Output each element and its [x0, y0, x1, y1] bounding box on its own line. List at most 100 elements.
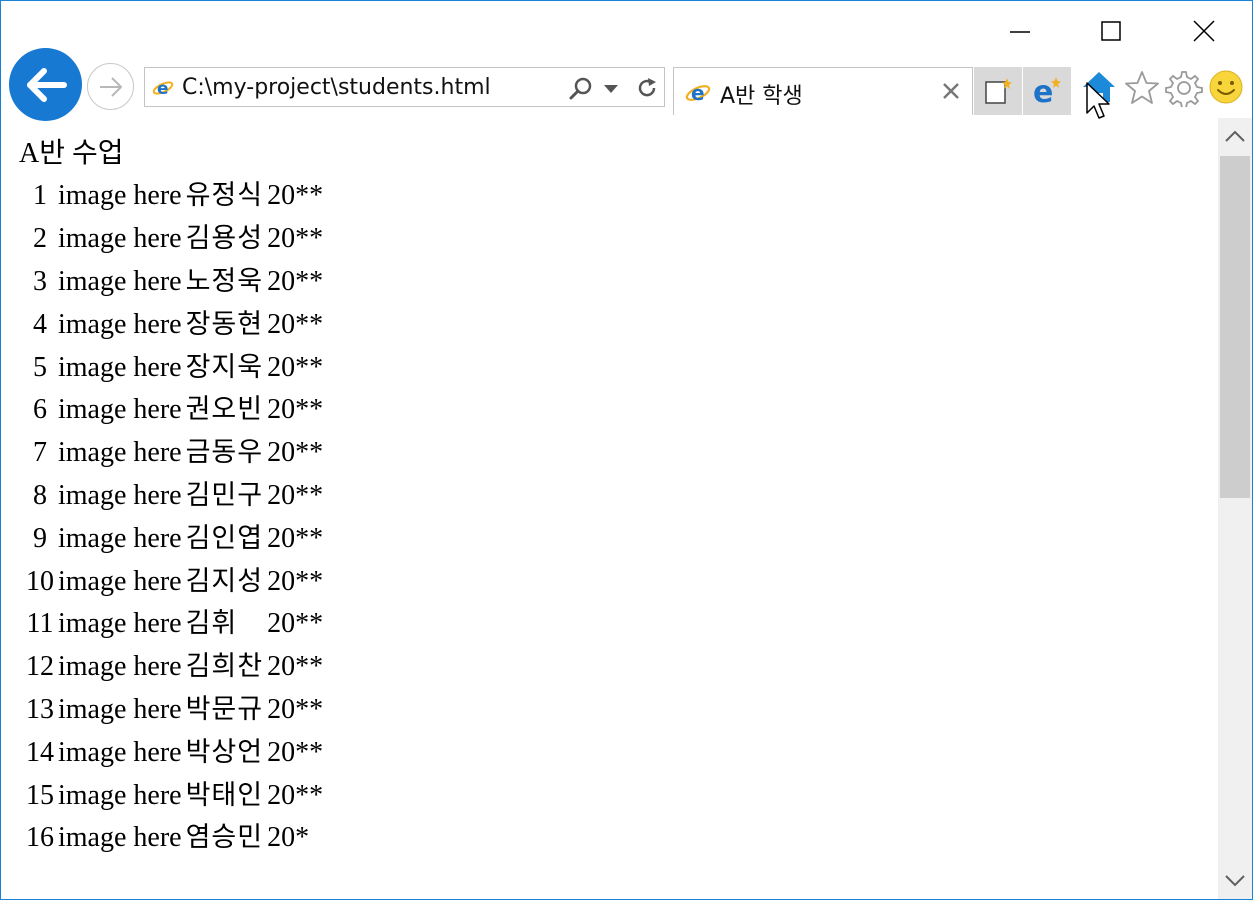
chevron-down-icon[interactable]	[603, 84, 619, 94]
forward-button[interactable]	[87, 63, 134, 110]
student-name: 김인엽	[185, 522, 264, 554]
students-table-body: 1 image here 유정식 20** 2 image here 김용성 20** 3 ima…	[25, 176, 324, 859]
search-icon[interactable]	[568, 76, 594, 102]
row-number: 8	[33, 479, 47, 511]
page-content: A반 수업 1 image here 유정식 20** 2 image here 김용성 20…	[1, 118, 1217, 899]
student-year: 20**	[267, 180, 324, 212]
table-row: 12 image here 김희찬 20**	[25, 647, 324, 688]
student-name: 박문규	[185, 693, 264, 725]
vertical-scrollbar[interactable]	[1218, 118, 1252, 899]
row-number: 13	[26, 693, 54, 725]
minimize-button[interactable]	[997, 1, 1043, 61]
image-placeholder: image here	[58, 736, 182, 768]
address-bar[interactable]: e C:\my-project\students.html	[144, 67, 665, 107]
student-name: 김용성	[185, 223, 264, 255]
image-placeholder: image here	[58, 265, 182, 297]
table-row: 3 image here 노정욱 20**	[25, 262, 324, 303]
student-year: 20**	[267, 308, 324, 340]
row-number: 2	[33, 223, 47, 255]
close-icon	[1193, 20, 1215, 42]
table-row: 5 image here 장지욱 20**	[25, 347, 324, 388]
open-edge-button[interactable]: e	[1023, 67, 1071, 115]
student-name: 김민구	[185, 479, 264, 511]
student-name: 김지성	[185, 565, 264, 597]
student-year: 20**	[267, 608, 324, 640]
table-row: 16 image here 염승민 20*	[25, 818, 324, 859]
minimize-icon	[1010, 31, 1030, 33]
refresh-icon[interactable]	[635, 76, 659, 100]
image-placeholder: image here	[58, 651, 182, 683]
row-number: 14	[26, 736, 54, 768]
student-year: 20**	[267, 479, 324, 511]
image-placeholder: image here	[58, 308, 182, 340]
close-button[interactable]	[1181, 1, 1227, 61]
image-placeholder: image here	[58, 223, 182, 255]
row-number: 4	[33, 308, 47, 340]
row-number: 15	[26, 779, 54, 811]
student-year: 20**	[267, 651, 324, 683]
table-row: 7 image here 금동우 20**	[25, 433, 324, 474]
svg-text:e: e	[691, 81, 705, 105]
image-placeholder: image here	[58, 351, 182, 383]
student-year: 20**	[267, 394, 324, 426]
student-year: 20**	[267, 437, 324, 469]
edge-icon: e	[1033, 75, 1061, 107]
gear-icon[interactable]	[1165, 69, 1203, 107]
forward-arrow-icon	[99, 76, 122, 97]
image-placeholder: image here	[58, 394, 182, 426]
student-year: 20**	[267, 565, 324, 597]
student-year: 20**	[267, 522, 324, 554]
student-year: 20**	[267, 693, 324, 725]
maximize-icon	[1101, 21, 1121, 41]
ie-tab-icon: e	[685, 81, 711, 105]
student-name: 권오빈	[185, 394, 264, 426]
tab-title: A반 학생	[720, 84, 803, 109]
student-name: 김휘	[185, 608, 238, 640]
row-number: 11	[26, 608, 54, 640]
chevron-up-icon	[1225, 130, 1245, 142]
star-icon[interactable]	[1123, 69, 1161, 107]
row-number: 5	[33, 351, 47, 383]
student-name: 박태인	[185, 779, 264, 811]
table-row: 15 image here 박태인 20**	[25, 775, 324, 816]
students-table: 1 image here 유정식 20** 2 image here 김용성 20** 3 ima…	[23, 174, 326, 861]
scroll-up-button[interactable]	[1218, 118, 1252, 154]
browser-window: e C:\my-project\students.html e A반 학생 e …	[0, 0, 1253, 900]
image-placeholder: image here	[58, 565, 182, 597]
student-year: 20**	[267, 351, 324, 383]
student-name: 금동우	[185, 437, 264, 469]
tab-active[interactable]: e A반 학생	[673, 67, 973, 115]
mouse-cursor-icon	[1086, 82, 1110, 119]
image-placeholder: image here	[58, 779, 182, 811]
table-row: 11 image here 김휘 20**	[25, 604, 324, 645]
table-row: 2 image here 김용성 20**	[25, 219, 324, 260]
tab-close-icon[interactable]	[942, 82, 960, 100]
student-name: 노정욱	[185, 265, 264, 297]
student-year: 20**	[267, 223, 324, 255]
page-title: A반 수업	[19, 131, 124, 171]
row-number: 6	[33, 394, 47, 426]
page-title-text: A반 수업	[19, 138, 124, 169]
back-button[interactable]	[9, 48, 82, 121]
scroll-down-button[interactable]	[1218, 863, 1252, 899]
scroll-thumb[interactable]	[1220, 156, 1250, 498]
address-text[interactable]: C:\my-project\students.html	[182, 75, 491, 100]
image-placeholder: image here	[58, 608, 182, 640]
table-row: 13 image here 박문규 20**	[25, 690, 324, 731]
row-number: 16	[26, 822, 54, 854]
table-row: 9 image here 김인엽 20**	[25, 518, 324, 559]
image-placeholder: image here	[58, 180, 182, 212]
smiley-icon[interactable]	[1208, 69, 1244, 105]
table-row: 6 image here 권오빈 20**	[25, 390, 324, 431]
student-year: 20**	[267, 265, 324, 297]
svg-text:e: e	[157, 79, 169, 98]
maximize-button[interactable]	[1088, 1, 1134, 61]
image-placeholder: image here	[58, 437, 182, 469]
student-year: 20*	[267, 822, 310, 854]
new-tab-button[interactable]	[974, 67, 1022, 115]
student-name: 김희찬	[185, 651, 264, 683]
svg-text:e: e	[1033, 75, 1053, 107]
new-tab-icon	[985, 78, 1012, 104]
table-row: 4 image here 장동현 20**	[25, 304, 324, 345]
student-year: 20**	[267, 736, 324, 768]
